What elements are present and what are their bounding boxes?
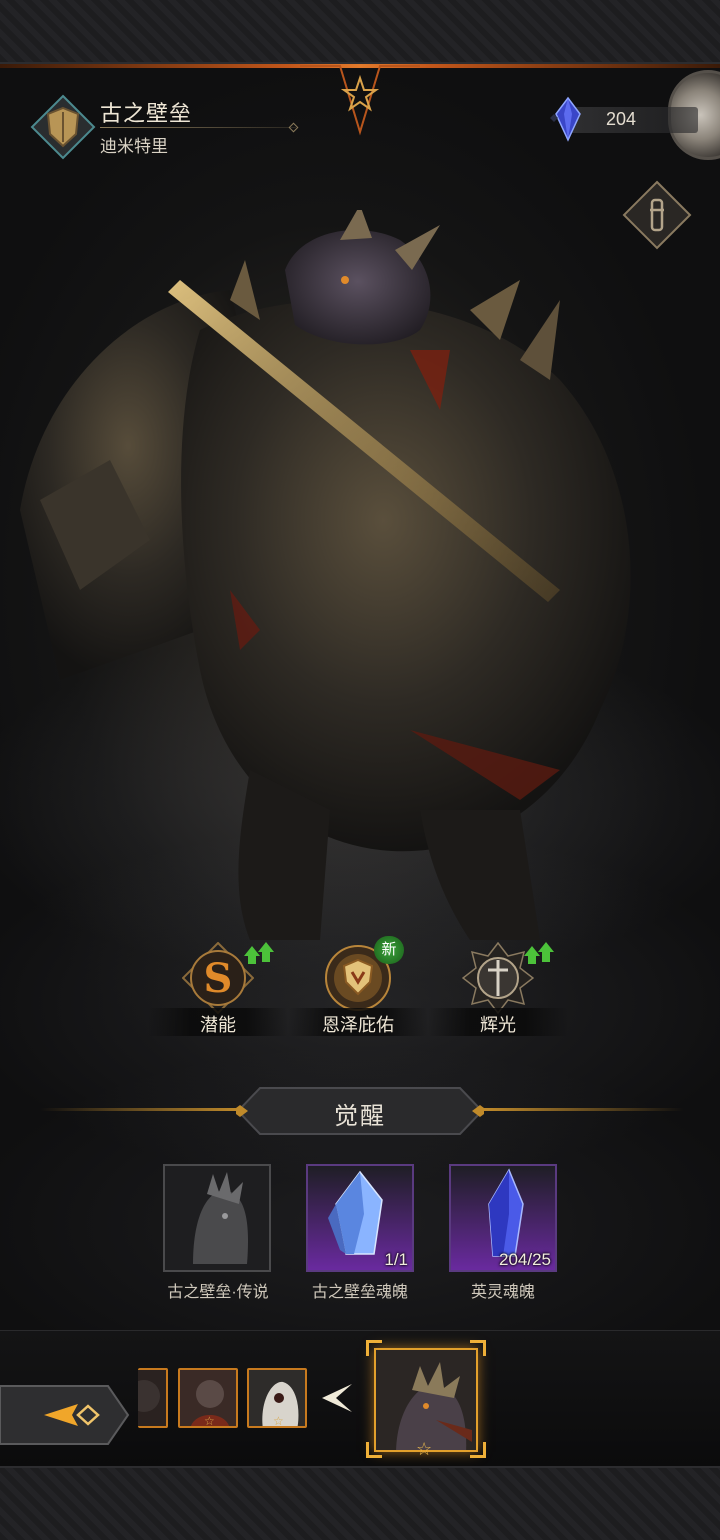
awaken-item-heroic-soul[interactable]: 204/25 (449, 1164, 557, 1272)
item-count: 1/1 (384, 1250, 408, 1269)
hero-portrait-icon (138, 1370, 166, 1426)
upgrade-arrow-icon (244, 942, 274, 964)
awaken-divider-right (484, 1108, 684, 1111)
chevron-left-icon[interactable] (318, 1380, 356, 1416)
awaken-item-label: 古之壁垒·传说 (167, 1284, 269, 1301)
hero-figure (20, 210, 631, 940)
skill-radiance[interactable]: 辉光 (428, 936, 568, 1040)
class-emblem-icon (30, 94, 96, 160)
skill-label: 辉光 (480, 1015, 516, 1035)
hero-portrait-gray-icon (163, 1164, 271, 1272)
hero-thumbnail[interactable] (138, 1368, 168, 1428)
hero-thumbnail[interactable]: ☆ (247, 1368, 307, 1428)
awaken-divider-left (40, 1108, 240, 1111)
svg-text:S: S (204, 955, 233, 1002)
upgrade-arrow-icon (524, 942, 554, 964)
hero-subtitle: 迪米特里 (100, 137, 168, 156)
selected-hero-portrait (374, 1348, 478, 1452)
new-badge: 新 (374, 936, 404, 964)
bottom-frame (0, 1466, 720, 1540)
star-icon: ☆ (273, 1414, 284, 1428)
skill-potential[interactable]: S 潜能 (148, 936, 288, 1040)
skill-blessing[interactable]: 新 恩泽庇佑 (288, 936, 428, 1040)
star-icon: ☆ (204, 1414, 215, 1428)
awaken-item-legend[interactable] (163, 1164, 271, 1272)
awaken-title: 觉醒 (334, 1103, 386, 1130)
awaken-item-label: 英灵魂魄 (470, 1284, 535, 1301)
header-star-ornament (300, 65, 420, 136)
top-frame (0, 0, 720, 64)
awaken-item-soul[interactable]: 1/1 (306, 1164, 414, 1272)
currency-value: 204 (606, 109, 637, 129)
back-button[interactable] (0, 1384, 130, 1446)
dragon-knight-portrait-icon (376, 1350, 476, 1450)
skill-label: 恩泽庇佑 (322, 1015, 394, 1035)
item-count: 204/25 (499, 1250, 551, 1269)
info-scroll-icon[interactable] (622, 180, 692, 250)
hero-name: 古之壁垒 (100, 101, 193, 126)
skill-label: 潜能 (200, 1015, 236, 1035)
name-divider (100, 127, 296, 128)
currency-display[interactable]: 204 (546, 96, 720, 142)
blue-crystal-icon (550, 96, 581, 142)
awaken-item-label: 古之壁垒魂魄 (311, 1284, 408, 1301)
hero-thumbnail[interactable]: ☆ (178, 1368, 238, 1428)
star-icon: ☆ (416, 1439, 433, 1459)
selected-hero-thumbnail[interactable]: ☆ (366, 1340, 486, 1459)
